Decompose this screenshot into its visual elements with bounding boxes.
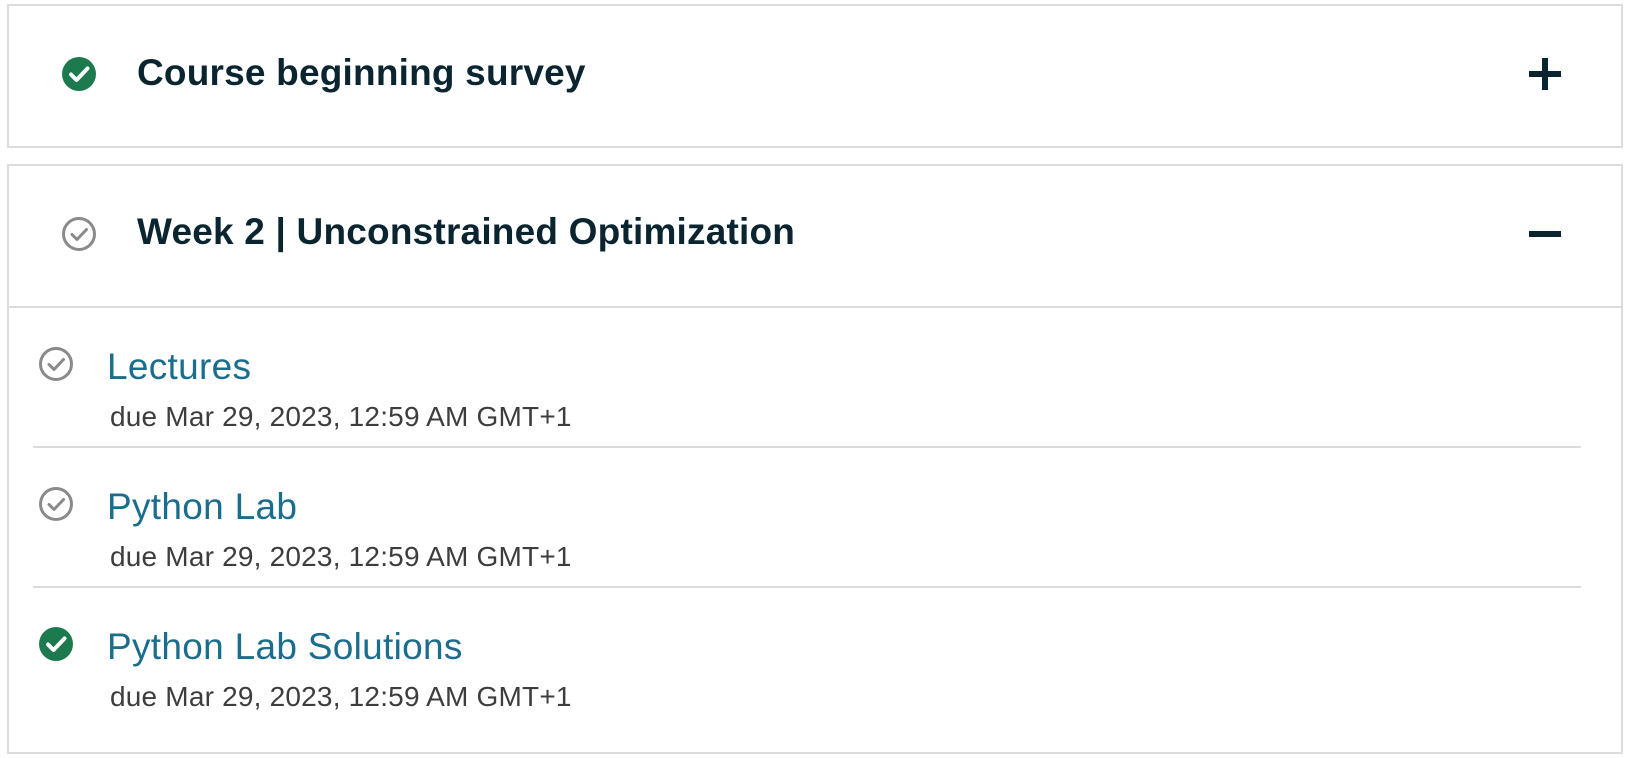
section-title: Course beginning survey (137, 52, 586, 93)
plus-icon[interactable] (1525, 54, 1565, 94)
section-title: Week 2 | Unconstrained Optimization (137, 211, 796, 252)
section-week-2: Week 2 | Unconstrained Optimization Lect… (7, 164, 1623, 754)
item-link-python-lab-solutions[interactable]: Python Lab Solutions (107, 626, 463, 668)
check-outline-icon (62, 217, 96, 251)
item-link-lectures[interactable]: Lectures (107, 346, 251, 388)
item-link-python-lab[interactable]: Python Lab (107, 486, 297, 528)
due-date: due Mar 29, 2023, 12:59 AM GMT+1 (110, 401, 572, 432)
list-item: Python Lab Solutions due Mar 29, 2023, 1… (33, 588, 1581, 726)
check-filled-icon (62, 57, 96, 91)
check-filled-icon (39, 627, 73, 661)
section-header[interactable]: Course beginning survey (9, 6, 1621, 144)
minus-icon[interactable] (1525, 214, 1565, 254)
check-outline-icon (39, 347, 73, 381)
list-item: Lectures due Mar 29, 2023, 12:59 AM GMT+… (33, 308, 1581, 448)
section-items: Lectures due Mar 29, 2023, 12:59 AM GMT+… (9, 308, 1621, 726)
check-outline-icon (39, 487, 73, 521)
due-date: due Mar 29, 2023, 12:59 AM GMT+1 (110, 681, 572, 712)
course-outline: Course beginning survey Week 2 | Unconst… (0, 0, 1634, 758)
section-header[interactable]: Week 2 | Unconstrained Optimization (9, 166, 1621, 308)
due-date: due Mar 29, 2023, 12:59 AM GMT+1 (110, 541, 572, 572)
section-course-beginning-survey: Course beginning survey (7, 4, 1623, 148)
list-item: Python Lab due Mar 29, 2023, 12:59 AM GM… (33, 448, 1581, 588)
